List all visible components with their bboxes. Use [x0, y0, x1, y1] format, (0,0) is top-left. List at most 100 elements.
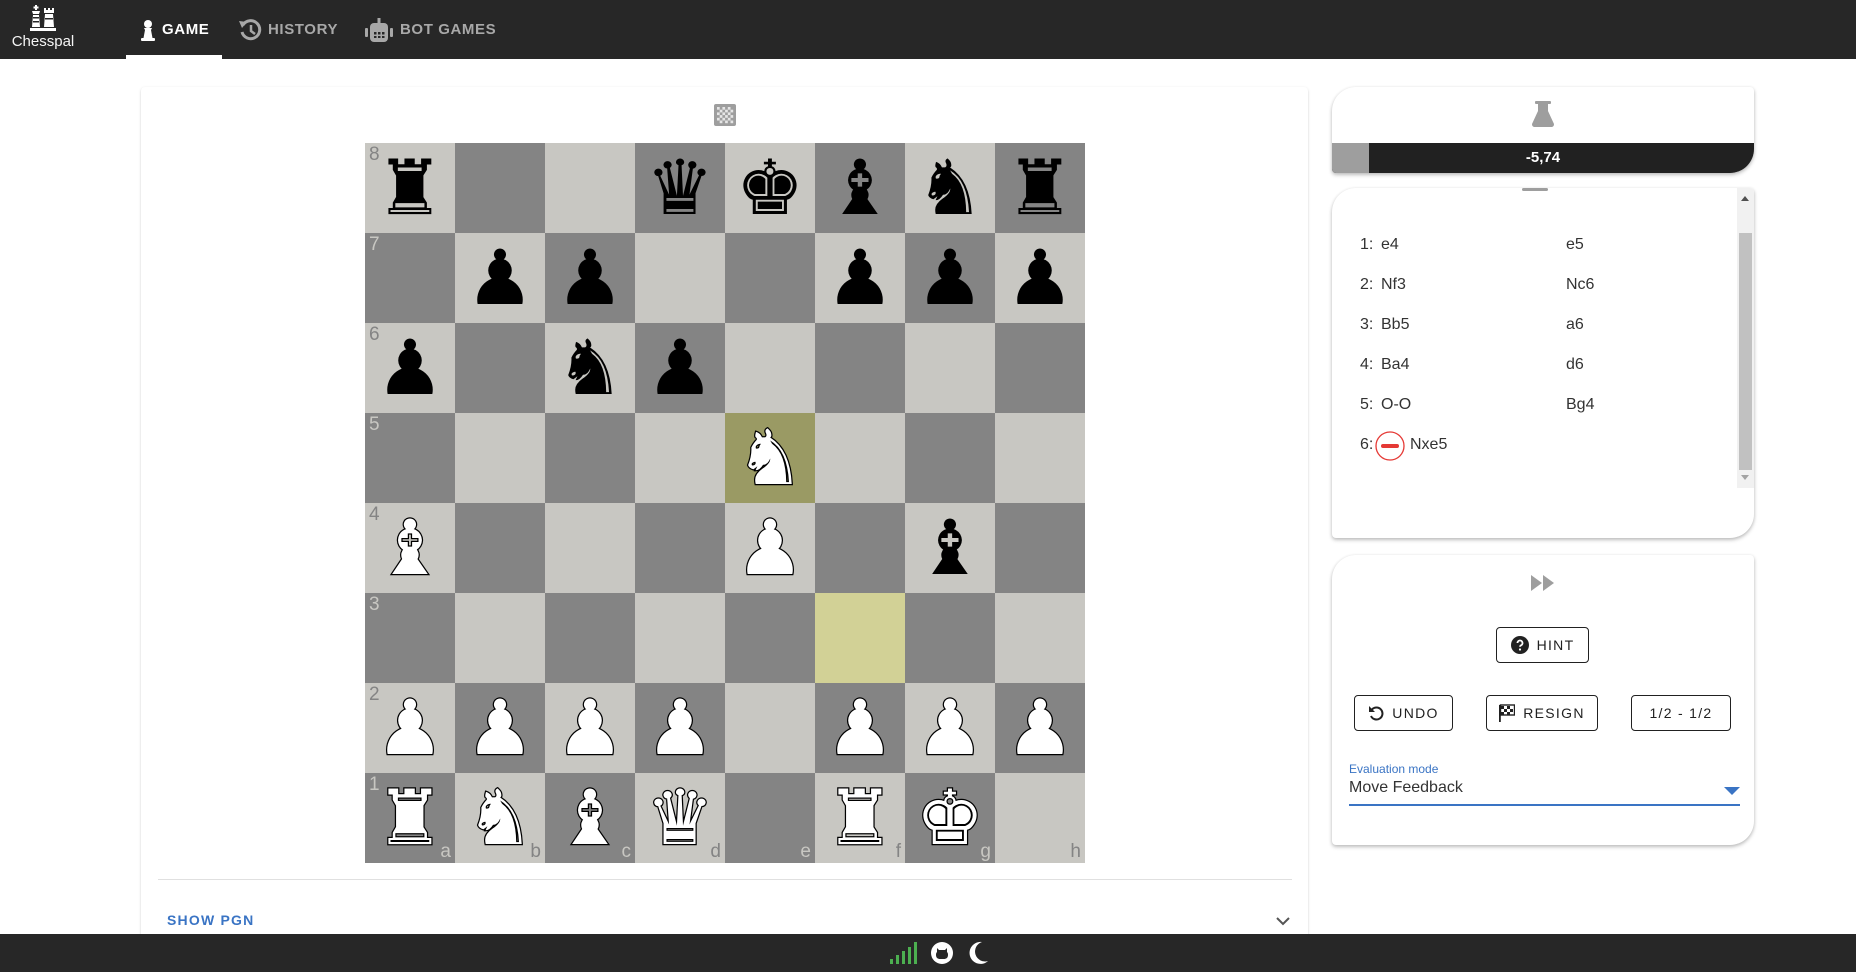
black-pawn-icon[interactable]: ♟: [815, 233, 905, 323]
square-d1[interactable]: d ♛: [635, 772, 725, 864]
fast-forward-icon[interactable]: [1530, 573, 1556, 598]
black-move[interactable]: Nc6: [1566, 276, 1594, 294]
square-f3[interactable]: [815, 593, 905, 683]
white-pawn-icon[interactable]: ♟: [995, 682, 1085, 774]
white-king-icon[interactable]: ♚: [905, 772, 995, 864]
black-pawn-icon[interactable]: ♟: [635, 323, 725, 413]
square-c3[interactable]: [545, 593, 635, 683]
dropdown-arrow-icon[interactable]: [1724, 787, 1740, 795]
square-h5[interactable]: [995, 413, 1085, 503]
square-b6[interactable]: [455, 323, 545, 413]
white-move[interactable]: Bb5: [1381, 316, 1409, 334]
tab-game[interactable]: GAME: [140, 0, 209, 59]
square-e3[interactable]: [725, 593, 815, 683]
white-move[interactable]: e4: [1381, 236, 1399, 254]
white-move[interactable]: Nxe5: [1410, 436, 1447, 454]
white-knight-icon[interactable]: ♞: [725, 412, 815, 504]
square-c4[interactable]: [545, 503, 635, 593]
black-queen-icon[interactable]: ♛: [635, 143, 725, 233]
square-b7[interactable]: ♟: [455, 233, 545, 323]
square-b1[interactable]: b ♞: [455, 772, 545, 863]
square-h3[interactable]: [995, 593, 1085, 683]
square-f4[interactable]: [815, 503, 905, 593]
square-b5[interactable]: [455, 413, 545, 503]
square-d5[interactable]: [635, 413, 725, 503]
square-a5[interactable]: 5: [365, 413, 455, 503]
white-bishop-icon[interactable]: ♝: [545, 772, 635, 864]
square-g6[interactable]: [905, 323, 995, 413]
square-b8[interactable]: [455, 143, 545, 233]
chess-board[interactable]: 8 ♜ ♛ ♚ ♝ ♞ ♜ 7 ♟ ♟ ♟ ♟ ♟ 6 ♟ ♞ ♟ 5 ♞ 4 ♝ ♟ ♝ 3 2 ♟ ♟ ♟ ♟ ♟ ♟ ♟ 1 a ♜ b ♞ c ♝ d…: [365, 143, 1085, 863]
white-pawn-icon[interactable]: ♟: [635, 682, 725, 774]
square-a2[interactable]: 2 ♟: [365, 682, 455, 774]
square-f7[interactable]: ♟: [815, 233, 905, 323]
square-b4[interactable]: [455, 503, 545, 593]
flip-board-button[interactable]: [714, 104, 736, 126]
square-e6[interactable]: [725, 323, 815, 413]
square-b3[interactable]: [455, 593, 545, 683]
square-e8[interactable]: ♚: [725, 143, 815, 233]
square-g5[interactable]: [905, 413, 995, 503]
square-d3[interactable]: [635, 593, 725, 683]
square-a8[interactable]: 8 ♜: [365, 143, 455, 233]
square-c6[interactable]: ♞: [545, 323, 635, 413]
square-c1[interactable]: c ♝: [545, 772, 635, 864]
black-move[interactable]: Bg4: [1566, 396, 1594, 414]
square-e2[interactable]: [725, 683, 815, 773]
square-e4[interactable]: ♟: [725, 502, 815, 593]
square-b2[interactable]: ♟: [455, 682, 545, 774]
black-bishop-icon[interactable]: ♝: [815, 143, 905, 233]
square-e5[interactable]: ♞: [725, 412, 815, 504]
offer-draw-button[interactable]: 1/2 - 1/2: [1631, 695, 1731, 731]
square-d2[interactable]: ♟: [635, 682, 725, 774]
chevron-down-icon[interactable]: [1274, 912, 1292, 930]
white-move[interactable]: Nf3: [1381, 276, 1406, 294]
square-c5[interactable]: [545, 413, 635, 503]
black-pawn-icon[interactable]: ♟: [905, 233, 995, 323]
square-h2[interactable]: ♟: [995, 682, 1085, 774]
black-knight-icon[interactable]: ♞: [545, 323, 635, 413]
square-h8[interactable]: ♜: [995, 143, 1085, 233]
square-c8[interactable]: [545, 143, 635, 233]
square-f5[interactable]: [815, 413, 905, 503]
white-pawn-icon[interactable]: ♟: [815, 682, 905, 774]
square-f6[interactable]: [815, 323, 905, 413]
square-c7[interactable]: ♟: [545, 233, 635, 323]
white-move[interactable]: Ba4: [1381, 356, 1409, 374]
square-h7[interactable]: ♟: [995, 233, 1085, 323]
move-list-scrollbar[interactable]: [1737, 188, 1754, 488]
github-icon[interactable]: [930, 941, 954, 970]
black-rook-icon[interactable]: ♜: [365, 143, 455, 233]
square-g7[interactable]: ♟: [905, 233, 995, 323]
undo-button[interactable]: UNDO: [1354, 695, 1453, 731]
square-d7[interactable]: [635, 233, 725, 323]
black-knight-icon[interactable]: ♞: [905, 143, 995, 233]
white-queen-icon[interactable]: ♛: [635, 772, 725, 864]
square-f1[interactable]: f ♜: [815, 772, 905, 863]
square-d6[interactable]: ♟: [635, 323, 725, 413]
square-a7[interactable]: 7: [365, 233, 455, 323]
square-e7[interactable]: [725, 233, 815, 323]
square-g2[interactable]: ♟: [905, 682, 995, 773]
tab-bot-games[interactable]: BOT GAMES: [364, 0, 496, 59]
white-pawn-icon[interactable]: ♟: [545, 682, 635, 774]
square-a4[interactable]: 4 ♝: [365, 502, 455, 593]
square-a6[interactable]: 6 ♟: [365, 323, 455, 413]
tab-history[interactable]: HISTORY: [238, 0, 338, 59]
black-pawn-icon[interactable]: ♟: [995, 233, 1085, 323]
show-pgn-button[interactable]: SHOW PGN: [167, 912, 254, 928]
black-pawn-icon[interactable]: ♟: [545, 233, 635, 323]
black-king-icon[interactable]: ♚: [725, 143, 815, 233]
white-pawn-icon[interactable]: ♟: [365, 682, 455, 774]
drag-handle[interactable]: [1522, 188, 1548, 191]
black-move[interactable]: e5: [1566, 236, 1584, 254]
square-f8[interactable]: ♝: [815, 143, 905, 233]
square-a3[interactable]: 3: [365, 593, 455, 683]
square-h6[interactable]: [995, 323, 1085, 413]
square-c2[interactable]: ♟: [545, 682, 635, 774]
square-d4[interactable]: [635, 503, 725, 593]
black-move[interactable]: a6: [1566, 316, 1584, 334]
white-pawn-icon[interactable]: ♟: [455, 682, 545, 774]
square-e1[interactable]: e: [725, 773, 815, 863]
white-rook-icon[interactable]: ♜: [365, 772, 455, 864]
